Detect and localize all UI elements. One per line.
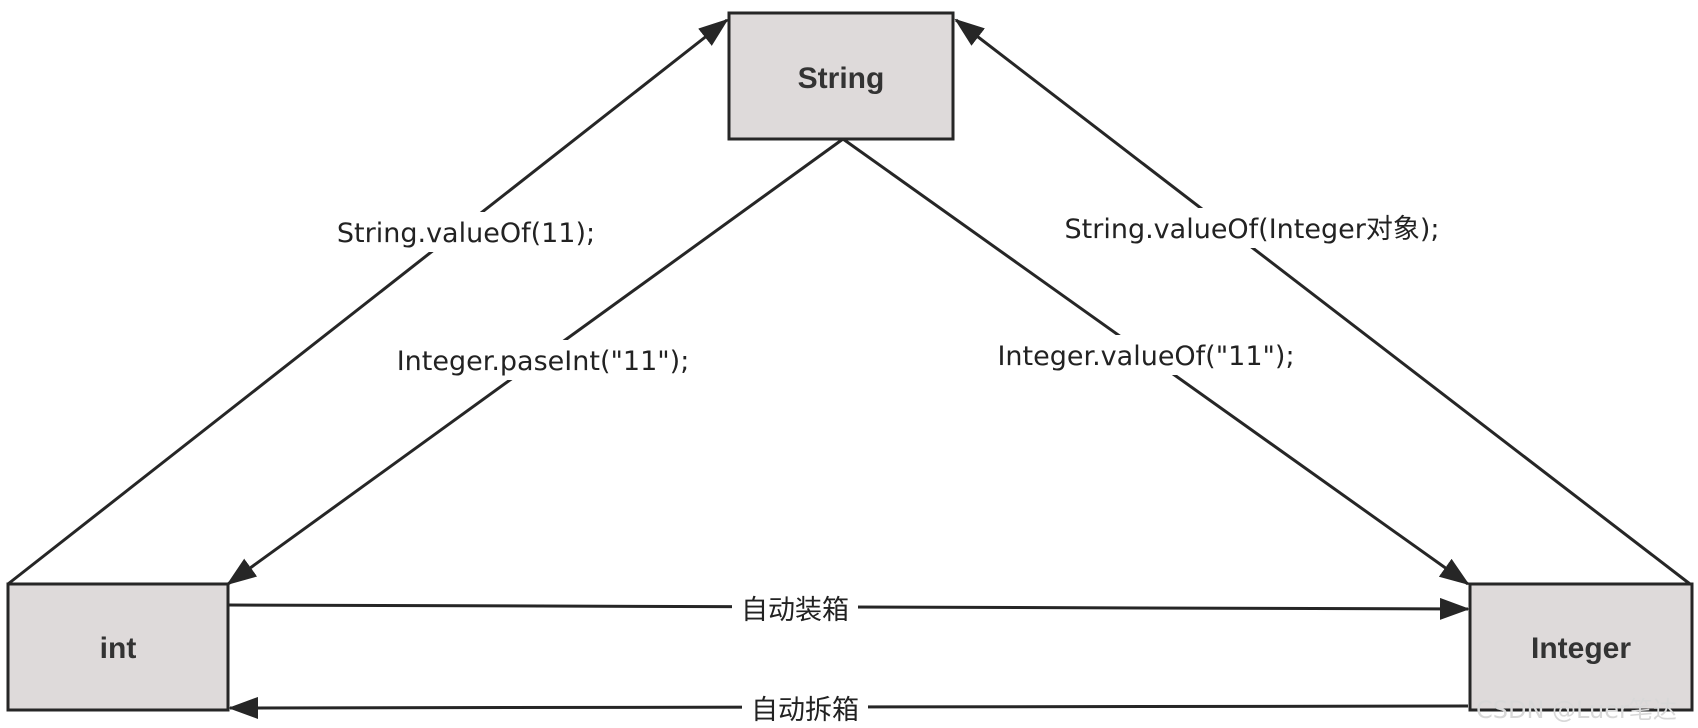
node-int-label: int	[100, 632, 137, 665]
arrow-integer-to-string	[954, 18, 1691, 586]
label-integer-to-string: String.valueOf(Integer对象);	[1065, 214, 1440, 245]
node-integer-label: Integer	[1531, 632, 1631, 665]
edge-integer-to-int: 自动拆箱	[228, 689, 1469, 728]
edge-int-to-integer: 自动装箱	[227, 588, 1470, 628]
edge-string-to-int: Integer.paseInt("11");	[226, 137, 844, 586]
node-int: int	[6, 582, 230, 712]
label-integer-to-int: 自动拆箱	[751, 695, 859, 726]
label-string-to-int: Integer.paseInt("11");	[397, 346, 690, 377]
node-string: String	[727, 11, 955, 141]
edge-string-to-integer: Integer.valueOf("11");	[842, 137, 1470, 586]
label-int-to-integer: 自动装箱	[741, 595, 849, 626]
node-integer: Integer	[1468, 582, 1694, 712]
edge-integer-to-string: String.valueOf(Integer对象);	[954, 18, 1691, 586]
node-string-label: String	[798, 62, 885, 95]
type-conversion-diagram: String.valueOf(11); Integer.paseInt("11"…	[6, 11, 1694, 728]
watermark-text: CSDN @Luer笔达	[1476, 696, 1677, 724]
label-string-to-integer: Integer.valueOf("11");	[997, 341, 1294, 372]
label-int-to-string: String.valueOf(11);	[337, 218, 595, 249]
